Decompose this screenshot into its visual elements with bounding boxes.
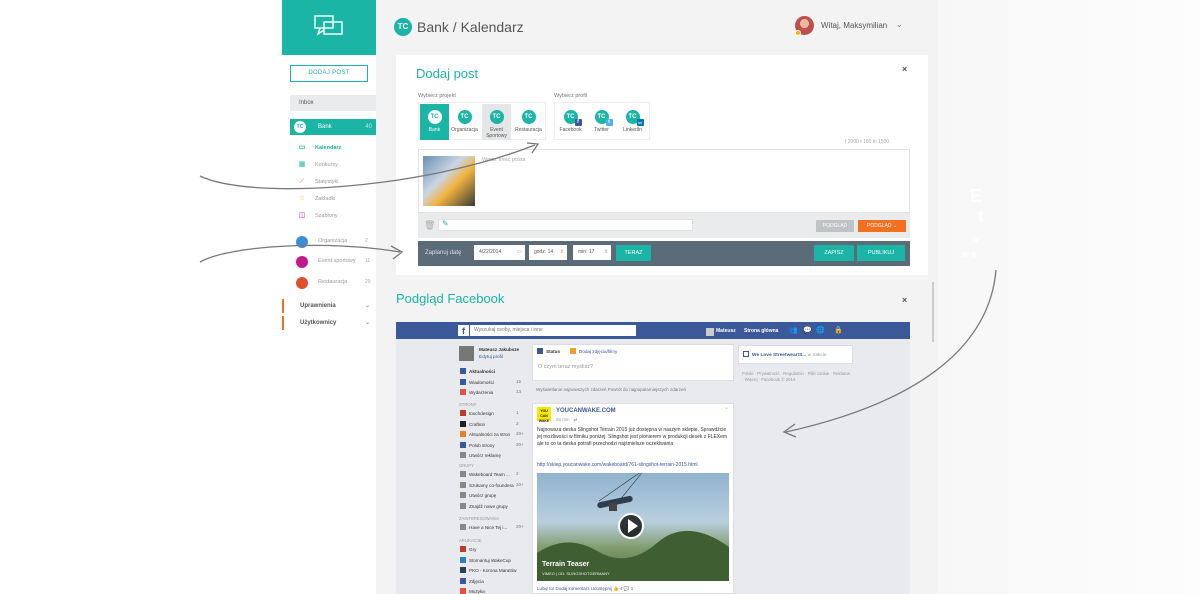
arrow-to-profiles xyxy=(199,144,536,190)
annotation-arrows xyxy=(199,142,997,438)
app-screenshot: { "header": {"logo_text": "TC", "breadcr… xyxy=(0,0,1200,594)
arrow-to-preview xyxy=(785,269,997,433)
arrow-to-schedule xyxy=(199,244,401,263)
arrowhead xyxy=(390,245,404,260)
